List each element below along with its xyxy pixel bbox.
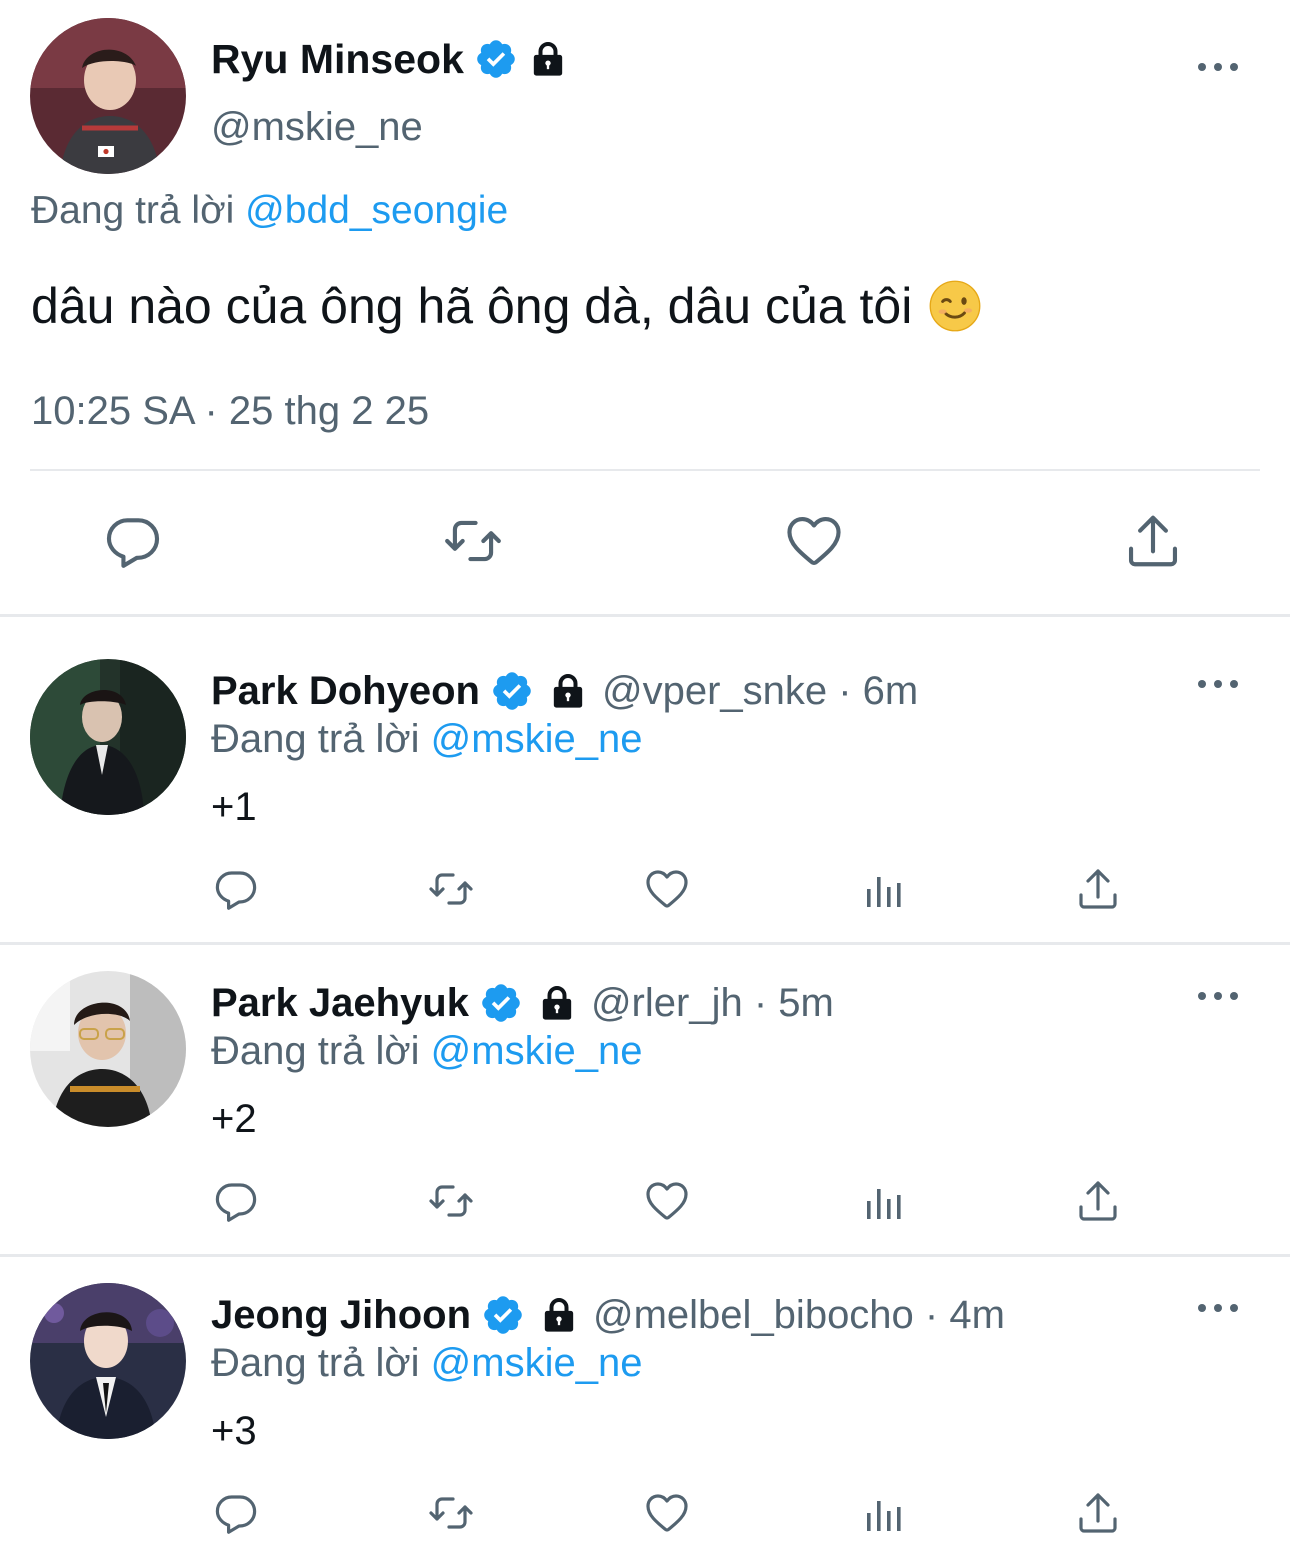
reply-header: Park Jaehyuk @rler_jh · 5m [211,979,834,1027]
views-icon[interactable] [859,1177,911,1229]
share-icon[interactable] [1074,1489,1126,1541]
replying-to-label: Đang trả lời [211,717,420,761]
more-options-icon[interactable] [1198,60,1238,74]
author-name[interactable]: Ryu Minseok [211,35,568,83]
reply-header: Park Dohyeon @vper_snke · 6m [211,667,918,715]
retweet-icon[interactable] [427,1177,479,1229]
verified-badge-icon [479,981,523,1025]
avatar[interactable] [30,18,186,174]
author-name-text[interactable]: Ryu Minseok [211,35,464,83]
verified-badge-icon [474,37,518,81]
reply-icon[interactable] [212,1177,264,1229]
replying-to-link[interactable]: @mskie_ne [431,1029,643,1073]
like-icon[interactable] [643,1489,695,1541]
replying-to-link[interactable]: @mskie_ne [431,1341,643,1385]
like-icon[interactable] [783,510,853,580]
reply-tweet[interactable]: Jeong Jihoon @melbel_bibocho · 4m Đang t… [0,1241,1290,1553]
replying-to: Đang trả lời @bdd_seongie [31,188,508,234]
lock-icon [548,671,588,711]
replying-to-label: Đang trả lời [211,1029,420,1073]
winking-face-emoji-icon [928,279,982,333]
views-icon[interactable] [859,1489,911,1541]
replying-to: Đang trả lời @mskie_ne [211,715,642,763]
replying-to-link[interactable]: @bdd_seongie [245,189,508,232]
like-icon[interactable] [643,1177,695,1229]
tweet-actions [0,865,1290,917]
verified-badge-icon [481,1293,525,1337]
lock-icon [528,39,568,79]
author-handle[interactable]: @melbel_bibocho · 4m [593,1291,1005,1339]
share-icon[interactable] [1122,510,1192,580]
avatar[interactable] [30,971,186,1127]
divider [30,469,1260,471]
replying-to-link[interactable]: @mskie_ne [431,717,643,761]
reply-icon[interactable] [102,510,172,580]
replying-to-label: Đang trả lời [211,1341,420,1385]
replying-to: Đang trả lời @mskie_ne [211,1339,642,1387]
avatar[interactable] [30,1283,186,1439]
reply-icon[interactable] [212,1489,264,1541]
reply-tweet[interactable]: Park Jaehyuk @rler_jh · 5m Đang trả lời … [0,929,1290,1241]
author-handle[interactable]: @mskie_ne [211,104,423,150]
replying-to-label: Đang trả lời [31,189,235,232]
share-icon[interactable] [1074,1177,1126,1229]
tweet-text: dâu nào của ông hã ông dà, dâu của tôi [31,276,982,336]
tweet-text: +1 [211,785,257,829]
share-icon[interactable] [1074,865,1126,917]
author-handle[interactable]: @vper_snke · 6m [602,667,918,715]
views-icon[interactable] [859,865,911,917]
lock-icon [537,983,577,1023]
retweet-icon[interactable] [442,510,512,580]
reply-icon[interactable] [212,865,264,917]
lock-icon [539,1295,579,1335]
author-name[interactable]: Park Dohyeon [211,667,480,715]
reply-tweet[interactable]: Park Dohyeon @vper_snke · 6m Đang trả lờ… [0,617,1290,929]
retweet-icon[interactable] [427,865,479,917]
more-options-icon[interactable] [1198,677,1238,691]
tweet-timestamp[interactable]: 10:25 SA · 25 thg 2 25 [31,388,429,434]
more-options-icon[interactable] [1198,1301,1238,1315]
author-name[interactable]: Park Jaehyuk [211,979,469,1027]
replying-to: Đang trả lời @mskie_ne [211,1027,642,1075]
avatar[interactable] [30,659,186,815]
tweet-actions [0,1177,1290,1229]
verified-badge-icon [490,669,534,713]
reply-header: Jeong Jihoon @melbel_bibocho · 4m [211,1291,1005,1339]
tweet-text: +3 [211,1409,257,1453]
more-options-icon[interactable] [1198,989,1238,1003]
tweet-text-content: dâu nào của ông hã ông dà, dâu của tôi [31,278,913,334]
tweet-actions [0,510,1290,580]
author-name[interactable]: Jeong Jihoon [211,1291,471,1339]
tweet-text: +2 [211,1097,257,1141]
author-handle[interactable]: @rler_jh · 5m [591,979,834,1027]
like-icon[interactable] [643,865,695,917]
tweet-actions [0,1489,1290,1541]
retweet-icon[interactable] [427,1489,479,1541]
